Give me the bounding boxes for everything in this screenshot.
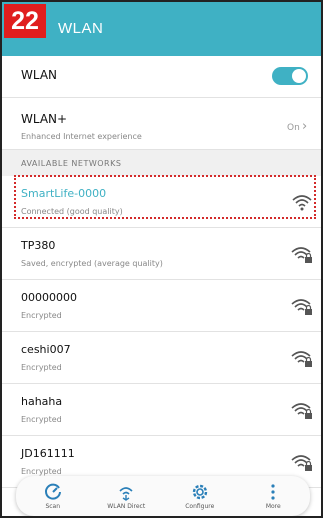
app-header: 22 WLAN xyxy=(2,2,321,56)
wlan-plus-value: On xyxy=(287,123,300,133)
wlan-label: WLAN xyxy=(21,68,58,82)
network-status: Connected (good quality) xyxy=(21,207,123,216)
network-name: 00000000 xyxy=(21,291,77,304)
network-name: hahaha xyxy=(21,395,63,408)
phone-screen: 22 WLAN WLAN WLAN+ Enhanced Internet exp… xyxy=(0,0,323,518)
wlan-plus-label: WLAN+ xyxy=(21,112,68,126)
wifi-lock-icon xyxy=(291,299,312,315)
gear-icon xyxy=(192,484,207,499)
network-name: SmartLife-0000 xyxy=(21,187,107,200)
toggle-knob xyxy=(292,69,306,83)
scan-label: Scan xyxy=(45,502,61,510)
page-title: WLAN xyxy=(58,20,104,37)
wifi-lock-icon xyxy=(291,455,312,471)
wlan-plus-row[interactable]: WLAN+ Enhanced Internet experience On › xyxy=(2,98,321,150)
more-button[interactable]: More xyxy=(243,483,303,510)
configure-label: Configure xyxy=(185,502,215,510)
network-item-ceshi007[interactable]: ceshi007 Encrypted xyxy=(2,332,321,384)
scan-icon xyxy=(44,483,61,500)
section-title: AVAILABLE NETWORKS xyxy=(21,159,122,168)
wifi-lock-icon xyxy=(291,403,312,419)
wlan-plus-subtitle: Enhanced Internet experience xyxy=(21,132,142,141)
configure-button[interactable]: Configure xyxy=(170,483,230,510)
scan-button[interactable]: Scan xyxy=(23,483,83,510)
network-status: Encrypted xyxy=(21,363,62,372)
network-item-tp380[interactable]: TP380 Saved, encrypted (average quality) xyxy=(2,228,321,280)
wifi-icon xyxy=(292,195,312,211)
network-status: Encrypted xyxy=(21,311,62,320)
chevron-right-icon: › xyxy=(302,119,308,134)
wlan-direct-button[interactable]: WLAN Direct xyxy=(96,483,156,510)
more-vertical-icon xyxy=(271,483,275,500)
network-item-hahaha[interactable]: hahaha Encrypted xyxy=(2,384,321,436)
wifi-lock-icon xyxy=(291,247,312,263)
network-status: Encrypted xyxy=(21,467,62,476)
wlan-toggle[interactable] xyxy=(272,67,308,85)
network-name: JD161111 xyxy=(21,447,75,460)
step-badge: 22 xyxy=(4,4,46,38)
available-networks-header: AVAILABLE NETWORKS xyxy=(2,150,321,176)
wlan-direct-icon xyxy=(119,486,133,501)
network-item-smartlife[interactable]: SmartLife-0000 Connected (good quality) xyxy=(2,176,321,228)
network-item-00000000[interactable]: 00000000 Encrypted xyxy=(2,280,321,332)
network-status: Encrypted xyxy=(21,415,62,424)
network-name: TP380 xyxy=(21,239,56,252)
wifi-lock-icon xyxy=(291,351,312,367)
more-label: More xyxy=(265,502,281,510)
network-name: ceshi007 xyxy=(21,343,71,356)
wlan-direct-label: WLAN Direct xyxy=(107,502,146,510)
wlan-toggle-row[interactable]: WLAN xyxy=(2,56,321,98)
bottom-action-bar: Scan WLAN Direct Configure More xyxy=(16,476,310,516)
network-status: Saved, encrypted (average quality) xyxy=(21,259,163,268)
